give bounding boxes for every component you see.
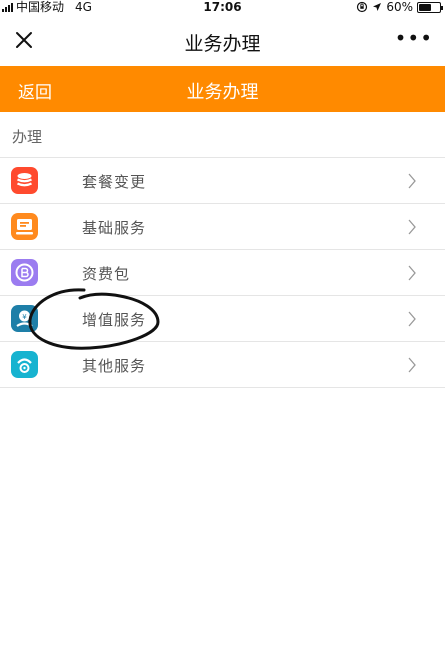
list-item-fee-package[interactable]: 资费包 [0,250,445,296]
more-button[interactable]: ••• [395,28,433,48]
page-title: 业务办理 [186,82,259,103]
list-item-label: 基础服务 [82,219,147,237]
chevron-right-icon [408,173,416,189]
service-list: 套餐变更 基础服务 资费包 ¥ 增值服务 其他服务 [0,157,445,388]
package-stack-icon [11,167,38,194]
battery-percent: 60% [386,0,413,14]
page-header: 返回 业务办理 [0,66,445,112]
chevron-right-icon [408,311,416,327]
list-item-other-service[interactable]: 其他服务 [0,342,445,388]
battery-level [419,3,431,11]
list-item-label: 增值服务 [82,311,147,329]
value-added-icon: ¥ [11,305,38,332]
basic-service-icon [11,213,38,240]
status-bar: 中国移动 4G 17:06 60% [0,0,445,14]
nav-bar: 业务办理 ••• [0,14,445,66]
chevron-right-icon [408,219,416,235]
list-item-basic-service[interactable]: 基础服务 [0,204,445,250]
chevron-right-icon [408,357,416,373]
list-item-label: 资费包 [82,265,131,283]
other-service-icon [11,351,38,378]
list-item-label: 套餐变更 [82,173,147,191]
nav-title: 业务办理 [184,33,261,55]
status-right: 60% [356,0,443,14]
section-label: 办理 [12,128,43,146]
list-item-package-change[interactable]: 套餐变更 [0,158,445,204]
battery-icon [417,1,443,13]
location-icon [373,3,382,11]
list-item-label: 其他服务 [82,357,147,375]
chevron-right-icon [408,265,416,281]
fee-coin-icon [11,259,38,286]
list-item-value-added[interactable]: ¥ 增值服务 [0,296,445,342]
svg-text:¥: ¥ [22,313,27,321]
rotation-lock-icon [357,1,368,13]
